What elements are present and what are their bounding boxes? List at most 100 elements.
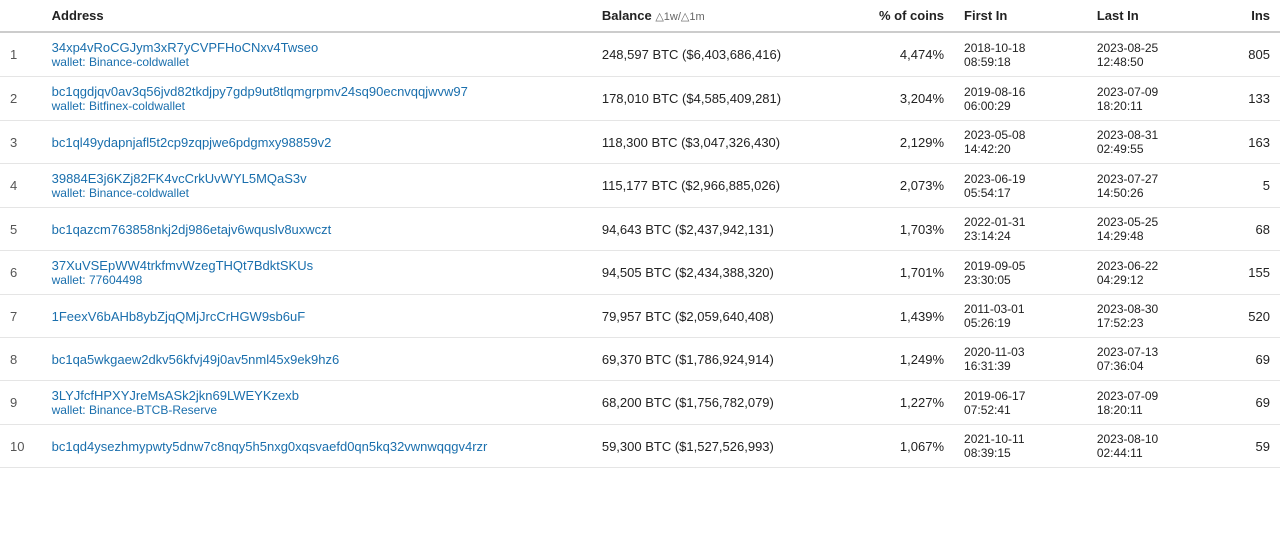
table-row: 3 bc1ql49ydapnjafl5t2cp9zqpjwe6pdgmxy9885… [0, 121, 1280, 164]
row-address-cell: 3LYJfcfHPXYJreMsASk2jkn69LWEYKzexbwallet… [42, 381, 592, 425]
table-row: 2 bc1qgdjqv0av3q56jvd82tkdjpy7gdp9ut8tlqm… [0, 77, 1280, 121]
row-balance: 94,643 BTC ($2,437,942,131) [592, 208, 858, 251]
col-header-lastin: Last In [1087, 0, 1220, 32]
address-link[interactable]: 39884E3j6KZj82FK4vcCrkUvWYL5MQaS3v [52, 171, 582, 186]
row-number: 1 [0, 32, 42, 77]
row-ins: 69 [1220, 381, 1280, 425]
table-row: 5 bc1qazcm763858nkj2dj986etajv6wquslv8uxw… [0, 208, 1280, 251]
row-balance: 94,505 BTC ($2,434,388,320) [592, 251, 858, 295]
row-address-cell: 34xp4vRoCGJym3xR7yCVPFHoCNxv4Twseowallet… [42, 32, 592, 77]
row-number: 5 [0, 208, 42, 251]
row-number: 3 [0, 121, 42, 164]
table-row: 10 bc1qd4ysezhmypwty5dnw7c8nqy5h5nxg0xqsv… [0, 425, 1280, 468]
row-pct: 2,073% [857, 164, 954, 208]
row-address-cell: bc1ql49ydapnjafl5t2cp9zqpjwe6pdgmxy98859… [42, 121, 592, 164]
row-last-in: 2023-08-10 02:44:11 [1087, 425, 1220, 468]
row-pct: 2,129% [857, 121, 954, 164]
address-link[interactable]: bc1qd4ysezhmypwty5dnw7c8nqy5h5nxg0xqsvae… [52, 439, 582, 454]
row-balance: 79,957 BTC ($2,059,640,408) [592, 295, 858, 338]
address-link[interactable]: 3LYJfcfHPXYJreMsASk2jkn69LWEYKzexb [52, 388, 582, 403]
row-balance: 115,177 BTC ($2,966,885,026) [592, 164, 858, 208]
row-address-cell: bc1qazcm763858nkj2dj986etajv6wquslv8uxwc… [42, 208, 592, 251]
table-row: 93LYJfcfHPXYJreMsASk2jkn69LWEYKzexbwalle… [0, 381, 1280, 425]
row-balance: 68,200 BTC ($1,756,782,079) [592, 381, 858, 425]
richlist-table: Address Balance △1w/△1m % of coins First… [0, 0, 1280, 468]
wallet-label[interactable]: wallet: Binance-coldwallet [52, 186, 582, 200]
row-pct: 3,204% [857, 77, 954, 121]
row-first-in: 2018-10-18 08:59:18 [954, 32, 1087, 77]
row-last-in: 2023-08-25 12:48:50 [1087, 32, 1220, 77]
row-balance: 59,300 BTC ($1,527,526,993) [592, 425, 858, 468]
col-header-ins: Ins [1220, 0, 1280, 32]
row-balance: 248,597 BTC ($6,403,686,416) [592, 32, 858, 77]
row-first-in: 2011-03-01 05:26:19 [954, 295, 1087, 338]
wallet-label[interactable]: wallet: Binance-coldwallet [52, 55, 582, 69]
row-number: 4 [0, 164, 42, 208]
row-ins: 69 [1220, 338, 1280, 381]
row-balance: 118,300 BTC ($3,047,326,430) [592, 121, 858, 164]
row-last-in: 2023-07-13 07:36:04 [1087, 338, 1220, 381]
row-address-cell: 39884E3j6KZj82FK4vcCrkUvWYL5MQaS3vwallet… [42, 164, 592, 208]
row-number: 9 [0, 381, 42, 425]
row-ins: 163 [1220, 121, 1280, 164]
row-number: 10 [0, 425, 42, 468]
row-address-cell: bc1qa5wkgaew2dkv56kfvj49j0av5nml45x9ek9h… [42, 338, 592, 381]
row-number: 7 [0, 295, 42, 338]
col-header-firstin: First In [954, 0, 1087, 32]
row-first-in: 2019-09-05 23:30:05 [954, 251, 1087, 295]
row-pct: 1,439% [857, 295, 954, 338]
wallet-label[interactable]: wallet: Binance-BTCB-Reserve [52, 403, 582, 417]
row-number: 6 [0, 251, 42, 295]
row-balance: 178,010 BTC ($4,585,409,281) [592, 77, 858, 121]
wallet-label[interactable]: wallet: 77604498 [52, 273, 582, 287]
row-balance: 69,370 BTC ($1,786,924,914) [592, 338, 858, 381]
row-first-in: 2023-05-08 14:42:20 [954, 121, 1087, 164]
wallet-label[interactable]: wallet: Bitfinex-coldwallet [52, 99, 582, 113]
col-header-address: Address [42, 0, 592, 32]
row-first-in: 2022-01-31 23:14:24 [954, 208, 1087, 251]
row-pct: 1,701% [857, 251, 954, 295]
col-header-pct: % of coins [857, 0, 954, 32]
row-pct: 1,703% [857, 208, 954, 251]
row-last-in: 2023-07-27 14:50:26 [1087, 164, 1220, 208]
col-header-num [0, 0, 42, 32]
row-first-in: 2021-10-11 08:39:15 [954, 425, 1087, 468]
row-last-in: 2023-06-22 04:29:12 [1087, 251, 1220, 295]
address-link[interactable]: 34xp4vRoCGJym3xR7yCVPFHoCNxv4Twseo [52, 40, 582, 55]
row-last-in: 2023-07-09 18:20:11 [1087, 381, 1220, 425]
row-number: 8 [0, 338, 42, 381]
row-address-cell: bc1qgdjqv0av3q56jvd82tkdjpy7gdp9ut8tlqmg… [42, 77, 592, 121]
row-ins: 68 [1220, 208, 1280, 251]
row-last-in: 2023-08-30 17:52:23 [1087, 295, 1220, 338]
row-pct: 1,227% [857, 381, 954, 425]
row-ins: 59 [1220, 425, 1280, 468]
table-row: 6 37XuVSEpWW4trkfmvWzegTHQt7BdktSKUswalle… [0, 251, 1280, 295]
row-ins: 155 [1220, 251, 1280, 295]
row-ins: 805 [1220, 32, 1280, 77]
address-link[interactable]: bc1qa5wkgaew2dkv56kfvj49j0av5nml45x9ek9h… [52, 352, 582, 367]
row-first-in: 2019-08-16 06:00:29 [954, 77, 1087, 121]
row-ins: 520 [1220, 295, 1280, 338]
table-row: 7 1FeexV6bAHb8ybZjqQMjJrcCrHGW9sb6uF 79,95… [0, 295, 1280, 338]
row-pct: 4,474% [857, 32, 954, 77]
table-row: 134xp4vRoCGJym3xR7yCVPFHoCNxv4Twseowalle… [0, 32, 1280, 77]
table-row: 8 bc1qa5wkgaew2dkv56kfvj49j0av5nml45x9ek9… [0, 338, 1280, 381]
row-last-in: 2023-07-09 18:20:11 [1087, 77, 1220, 121]
row-last-in: 2023-08-31 02:49:55 [1087, 121, 1220, 164]
row-ins: 5 [1220, 164, 1280, 208]
address-link[interactable]: 1FeexV6bAHb8ybZjqQMjJrcCrHGW9sb6uF [52, 309, 582, 324]
row-number: 2 [0, 77, 42, 121]
address-link[interactable]: 37XuVSEpWW4trkfmvWzegTHQt7BdktSKUs [52, 258, 582, 273]
address-link[interactable]: bc1qgdjqv0av3q56jvd82tkdjpy7gdp9ut8tlqmg… [52, 84, 582, 99]
row-first-in: 2020-11-03 16:31:39 [954, 338, 1087, 381]
row-pct: 1,067% [857, 425, 954, 468]
row-first-in: 2023-06-19 05:54:17 [954, 164, 1087, 208]
address-link[interactable]: bc1ql49ydapnjafl5t2cp9zqpjwe6pdgmxy98859… [52, 135, 582, 150]
row-ins: 133 [1220, 77, 1280, 121]
table-row: 439884E3j6KZj82FK4vcCrkUvWYL5MQaS3vwalle… [0, 164, 1280, 208]
row-last-in: 2023-05-25 14:29:48 [1087, 208, 1220, 251]
row-first-in: 2019-06-17 07:52:41 [954, 381, 1087, 425]
row-address-cell: bc1qd4ysezhmypwty5dnw7c8nqy5h5nxg0xqsvae… [42, 425, 592, 468]
row-pct: 1,249% [857, 338, 954, 381]
address-link[interactable]: bc1qazcm763858nkj2dj986etajv6wquslv8uxwc… [52, 222, 582, 237]
